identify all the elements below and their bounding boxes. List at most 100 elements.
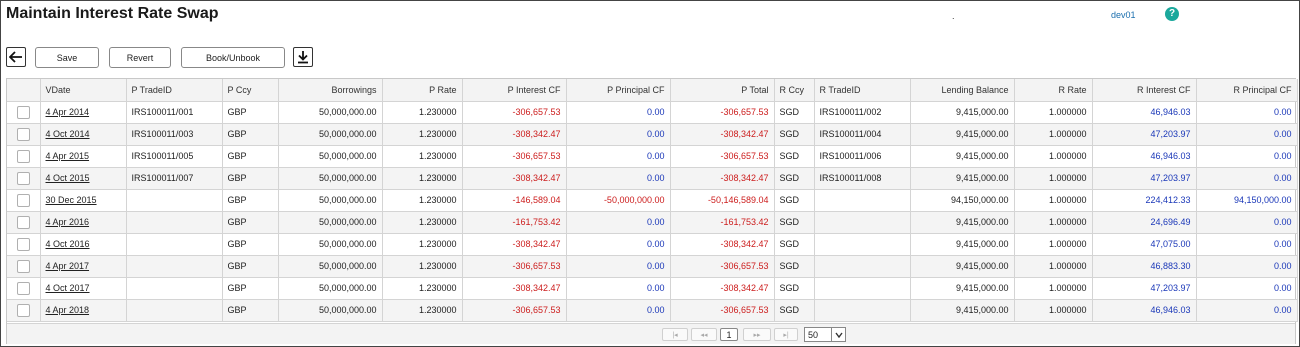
current-page[interactable]: 1 [720,328,738,341]
table-row[interactable]: 4 Oct 2014 IRS100011/003 GBP 50,000,000.00 1… [7,123,1298,146]
cell-lending-balance: 9,415,000.00 [910,277,1015,300]
column-header-r-rate[interactable]: R Rate [1014,79,1093,102]
column-header-lending-balance[interactable]: Lending Balance [910,79,1015,102]
column-header-r-tradeid[interactable]: R TradeID [814,79,911,102]
cell-p-tradeid [126,189,223,212]
table-row[interactable]: 4 Oct 2016 GBP 50,000,000.00 1.230000 -308,3… [7,233,1298,256]
vdate-link[interactable]: 4 Oct 2017 [46,283,90,293]
cell-borrowings: 50,000,000.00 [278,255,383,278]
cell-vdate: 4 Oct 2015 [40,167,127,190]
cell-p-tradeid: IRS100011/007 [126,167,223,190]
row-checkbox[interactable] [16,237,30,251]
next-page-button[interactable]: ▸▸ [743,328,771,341]
table-row[interactable]: 4 Oct 2017 GBP 50,000,000.00 1.230000 -308,3… [7,277,1298,300]
row-select-cell [7,299,41,322]
column-header-p-total[interactable]: P Total [670,79,775,102]
cell-p-principal-cf: 0.00 [566,277,671,300]
first-page-button[interactable]: |◂ [662,328,688,341]
vdate-link[interactable]: 4 Apr 2016 [46,217,90,227]
book-unbook-button[interactable]: Book/Unbook [181,47,285,68]
user-name[interactable]: dev01 [1111,10,1136,20]
cell-lending-balance: 9,415,000.00 [910,255,1015,278]
vdate-link[interactable]: 4 Apr 2017 [46,261,90,271]
column-header-select[interactable] [7,79,41,102]
cell-r-principal-cf: 0.00 [1196,145,1298,168]
row-checkbox[interactable] [16,127,30,141]
vdate-link[interactable]: 4 Oct 2015 [46,173,90,183]
row-checkbox[interactable] [16,105,30,119]
cell-r-principal-cf: 0.00 [1196,233,1298,256]
cell-r-principal-cf: 0.00 [1196,299,1298,322]
row-checkbox[interactable] [16,171,30,185]
vdate-link[interactable]: 4 Oct 2014 [46,129,90,139]
column-header-p-rate[interactable]: P Rate [382,79,463,102]
column-header-p-principal-cf[interactable]: P Principal CF [566,79,671,102]
cell-p-total: -308,342.47 [670,167,775,190]
column-header-r-ccy[interactable]: R Ccy [774,79,815,102]
vdate-link[interactable]: 4 Apr 2018 [46,305,90,315]
row-checkbox[interactable] [16,215,30,229]
grid-body: 4 Apr 2014 IRS100011/001 GBP 50,000,000.00 1… [7,101,1298,322]
back-button[interactable] [6,47,26,67]
row-checkbox[interactable] [16,281,30,295]
download-button[interactable] [293,47,313,67]
cell-p-total: -50,146,589.04 [670,189,775,212]
table-row[interactable]: 4 Apr 2017 GBP 50,000,000.00 1.230000 -306,6… [7,255,1298,278]
row-checkbox[interactable] [16,149,30,163]
cell-p-interest-cf: -306,657.53 [462,145,567,168]
cell-p-ccy: GBP [222,233,279,256]
last-page-button[interactable]: ▸| [774,328,798,341]
row-checkbox[interactable] [16,259,30,273]
revert-button[interactable]: Revert [109,47,171,68]
vdate-link[interactable]: 4 Apr 2015 [46,151,90,161]
page-size-select[interactable]: 50 [804,327,846,342]
cell-r-tradeid [814,211,911,234]
row-select-cell [7,255,41,278]
cell-borrowings: 50,000,000.00 [278,299,383,322]
vdate-link[interactable]: 4 Apr 2014 [46,107,90,117]
cell-p-principal-cf: 0.00 [566,145,671,168]
column-header-p-ccy[interactable]: P Ccy [222,79,279,102]
cell-r-ccy: SGD [774,167,815,190]
vdate-link[interactable]: 4 Oct 2016 [46,239,90,249]
table-row[interactable]: 30 Dec 2015 GBP 50,000,000.00 1.230000 -146,… [7,189,1298,212]
column-header-p-interest-cf[interactable]: P Interest CF [462,79,567,102]
table-row[interactable]: 4 Apr 2018 GBP 50,000,000.00 1.230000 -306,6… [7,299,1298,322]
cell-p-interest-cf: -146,589.04 [462,189,567,212]
column-header-p-tradeid[interactable]: P TradeID [126,79,223,102]
save-button[interactable]: Save [35,47,99,68]
cell-vdate: 4 Oct 2017 [40,277,127,300]
column-header-r-principal-cf[interactable]: R Principal CF [1196,79,1298,102]
table-row[interactable]: 4 Apr 2015 IRS100011/005 GBP 50,000,000.00 1… [7,145,1298,168]
table-row[interactable]: 4 Apr 2014 IRS100011/001 GBP 50,000,000.00 1… [7,101,1298,124]
cell-borrowings: 50,000,000.00 [278,101,383,124]
cell-p-tradeid [126,233,223,256]
help-icon[interactable]: ? [1165,7,1179,21]
cell-r-principal-cf: 0.00 [1196,255,1298,278]
row-checkbox[interactable] [16,303,30,317]
column-header-vdate[interactable]: VDate [40,79,127,102]
table-row[interactable]: 4 Apr 2016 GBP 50,000,000.00 1.230000 -161,7… [7,211,1298,234]
column-header-borrowings[interactable]: Borrowings [278,79,383,102]
cell-r-interest-cf: 47,203.97 [1092,123,1197,146]
row-checkbox[interactable] [16,193,30,207]
prev-page-button[interactable]: ◂◂ [691,328,717,341]
cell-p-total: -306,657.53 [670,101,775,124]
vdate-link[interactable]: 30 Dec 2015 [46,195,97,205]
cell-r-tradeid: IRS100011/004 [814,123,911,146]
cell-p-interest-cf: -308,342.47 [462,123,567,146]
cell-r-ccy: SGD [774,101,815,124]
cell-p-total: -161,753.42 [670,211,775,234]
page-size-value: 50 [808,329,819,340]
cell-p-ccy: GBP [222,299,279,322]
swap-table: VDate P TradeID P Ccy Borrowings P Rate P Int… [7,79,1298,322]
page-title: Maintain Interest Rate Swap [6,5,219,22]
column-header-r-interest-cf[interactable]: R Interest CF [1092,79,1197,102]
cell-r-interest-cf: 224,412.33 [1092,189,1197,212]
cell-p-principal-cf: 0.00 [566,255,671,278]
cell-p-ccy: GBP [222,123,279,146]
cell-p-rate: 1.230000 [382,255,463,278]
table-row[interactable]: 4 Oct 2015 IRS100011/007 GBP 50,000,000.00 1… [7,167,1298,190]
cell-vdate: 4 Oct 2014 [40,123,127,146]
cell-lending-balance: 9,415,000.00 [910,167,1015,190]
